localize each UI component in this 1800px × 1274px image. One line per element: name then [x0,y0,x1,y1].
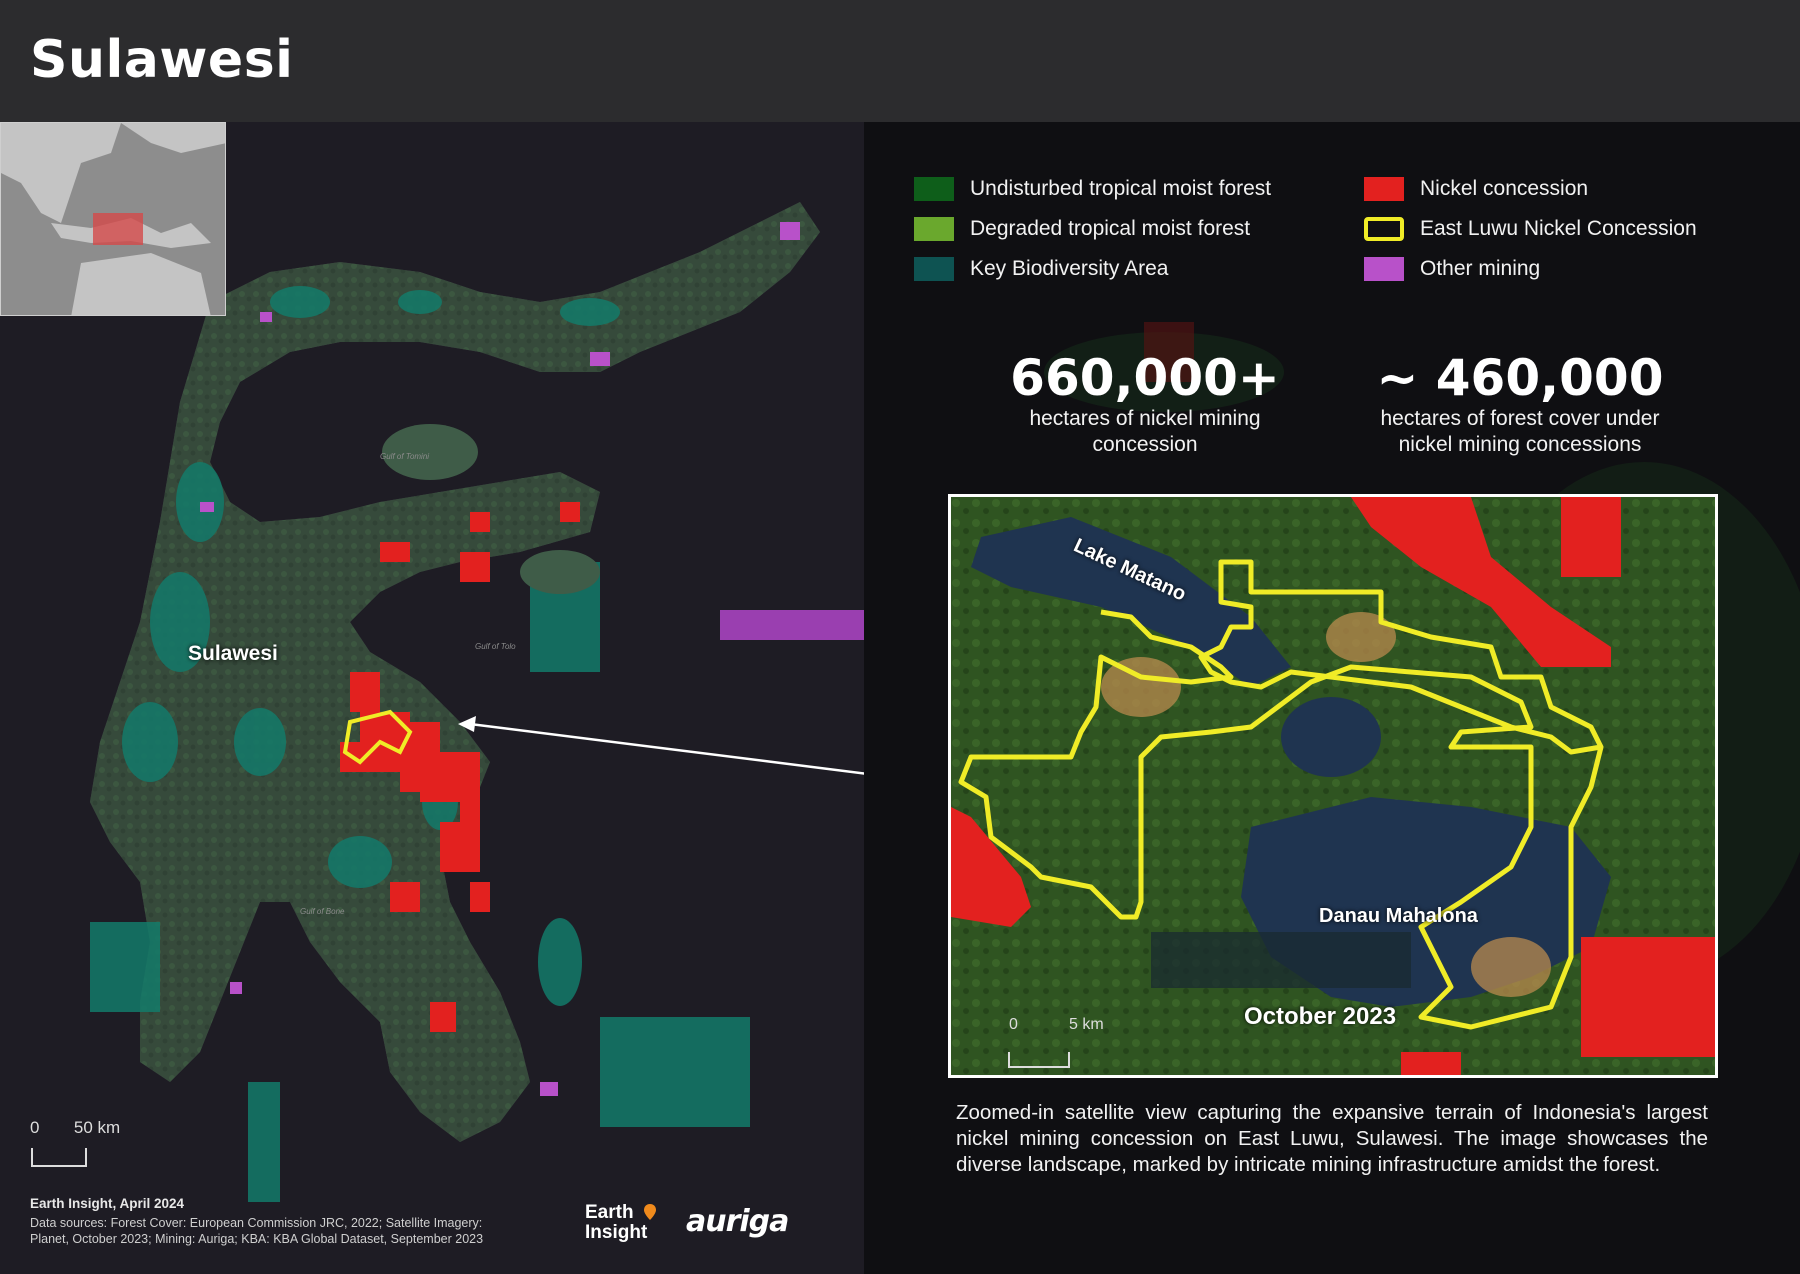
footer-sources-line2: Planet, October 2023; Mining: Auriga; KB… [30,1232,484,1246]
stat-value: ~ 460,000 [1376,349,1664,407]
stat-concession-area: 660,000+ hectares of nickel mining conce… [990,350,1300,458]
locator-inset-map [0,122,226,316]
satellite-graphic [951,497,1715,1075]
footer-credits: Earth Insight, April 2024 Data sources: … [30,1196,590,1247]
legend-item-degraded-forest: Degraded tropical moist forest [914,216,1250,242]
stat-value: 660,000+ [1010,349,1280,407]
legend-label: Nickel concession [1420,177,1589,200]
map-scale-bar: 0 50 km [30,1118,130,1178]
legend-label: Degraded tropical moist forest [970,217,1251,240]
stat-label-line2: concession [1092,433,1198,456]
stat-label-line1: hectares of nickel mining [1029,407,1261,430]
pointer-arrow-line [469,722,864,775]
location-pin-icon [644,1204,656,1220]
page-title: Sulawesi [30,30,294,90]
zoom-scale-end: 5 km [1069,1016,1104,1033]
legend-item-nickel: Nickel concession [1364,176,1588,202]
locator-graphic [1,123,225,315]
header-bar: Sulawesi [0,0,1800,122]
legend: Undisturbed tropical moist forest Degrad… [914,176,1774,296]
satellite-zoom-view: Lake Matano Danau Mahalona October 2023 … [948,494,1718,1078]
zoom-date-label: October 2023 [1244,1003,1397,1030]
swatch-east-luwu [1364,217,1404,241]
stat-label-line1: hectares of forest cover under [1380,407,1660,430]
water-label-tolo: Gulf of Tolo [475,642,516,651]
legend-item-other-mining: Other mining [1364,256,1540,282]
banggai-islands [520,550,600,594]
legend-label: East Luwu Nickel Concession [1420,217,1697,240]
water-label-tomini: Gulf of Tomini [380,452,430,461]
scale-start: 0 [30,1118,40,1137]
stat-forest-under-concession: ~ 460,000 hectares of forest cover under… [1340,350,1700,458]
scale-line [31,1148,87,1167]
footer-sources-line1: Data sources: Forest Cover: European Com… [30,1216,483,1230]
earth-insight-logo: Earth Insight [585,1203,663,1247]
date-banner-bg [1151,932,1411,988]
sula-island [720,610,864,640]
water-label-bone: Gulf of Bone [300,907,345,916]
swatch-undisturbed-forest [914,177,954,201]
swatch-kba [914,257,954,281]
stat-label-line2: nickel mining concessions [1398,433,1642,456]
legend-item-east-luwu: East Luwu Nickel Concession [1364,216,1697,242]
legend-label: Other mining [1420,257,1541,280]
lake-mahalona-label: Danau Mahalona [1319,905,1478,927]
region-label: Sulawesi [188,642,278,665]
swatch-other-mining [1364,257,1404,281]
zoom-caption: Zoomed-in satellite view capturing the e… [956,1101,1708,1176]
swatch-degraded-forest [914,217,954,241]
footer-credit: Earth Insight, April 2024 [30,1196,185,1211]
auriga-logo: auriga [686,1204,789,1239]
forest-cover [90,202,820,1142]
logo-word-insight: Insight [585,1222,648,1243]
scale-end: 50 km [73,1118,121,1137]
legend-item-kba: Key Biodiversity Area [914,256,1168,282]
legend-label: Key Biodiversity Area [970,257,1169,280]
swatch-nickel [1364,177,1404,201]
zoom-scale-start: 0 [1009,1016,1018,1033]
legend-item-undisturbed-forest: Undisturbed tropical moist forest [914,176,1271,202]
lake-small [1281,697,1381,777]
legend-label: Undisturbed tropical moist forest [970,177,1272,200]
